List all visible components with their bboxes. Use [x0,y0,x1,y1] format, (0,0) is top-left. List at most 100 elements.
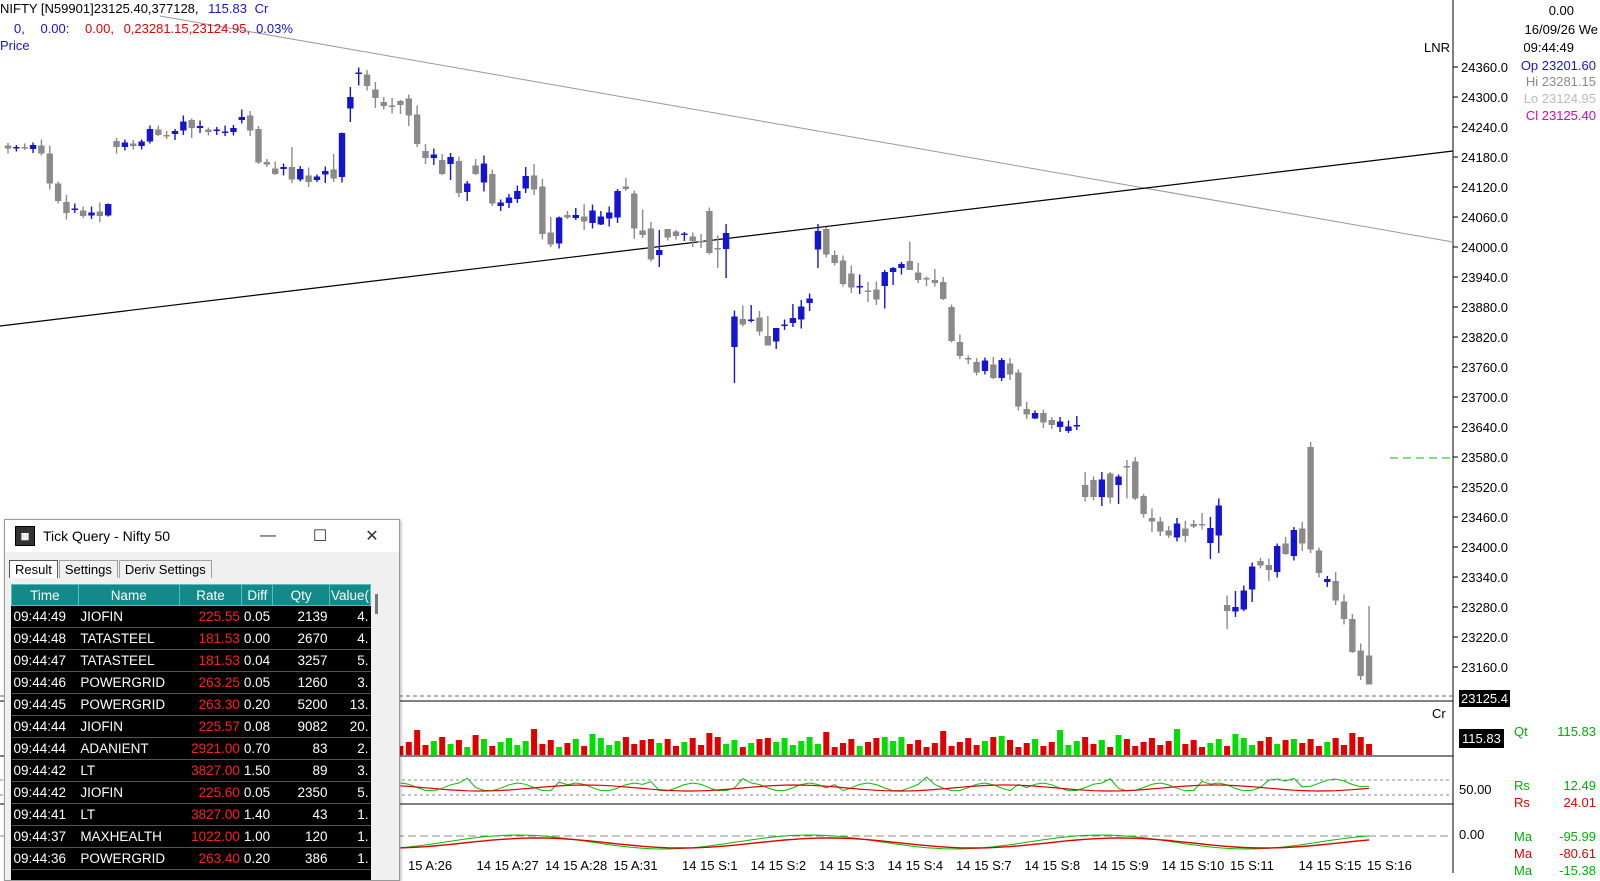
volume-bar [1073,741,1080,755]
volume-bar [1232,734,1239,755]
candle-body [606,212,613,219]
volume-bar [522,741,529,755]
candle [146,125,154,144]
maximize-button[interactable]: ☐ [297,520,343,552]
tab-deriv-settings[interactable]: Deriv Settings [118,560,212,578]
tab-bar: Result Settings Deriv Settings [5,556,399,578]
table-row[interactable]: 09:44:46 POWERGRID 263.25 0.05 1260 3. [11,671,371,694]
candle-body [798,306,805,320]
tab-settings[interactable]: Settings [58,560,118,578]
candle-body [146,129,154,142]
candle-body [1232,607,1239,612]
scrollbar-thumb[interactable] [375,594,378,614]
candle-body [138,141,145,146]
candle-body [998,360,1005,378]
volume-value-box: 115.83 [1459,729,1504,748]
candle [530,164,538,195]
table-row[interactable]: 09:44:42 LT 3827.00 1.50 89 3. [11,759,371,782]
candle [1365,606,1373,685]
candle [255,126,262,164]
candle-body [1098,479,1106,497]
candle-body [697,241,705,243]
candle-body [413,114,421,144]
table-row[interactable]: 09:44:49 JIOFIN 225.55 0.05 2139 4. [11,605,371,628]
volume-bar [656,743,663,755]
volume-bar [865,742,872,755]
candle [79,206,87,218]
table-row[interactable]: 09:44:48 TATASTEEL 181.53 0.00 2670 4. [11,627,371,650]
candle-body [814,231,822,250]
cell-name: ADANIENT [78,737,180,760]
candle [171,129,179,140]
candle-body [1081,485,1089,497]
candle [246,111,254,136]
table-row[interactable]: 09:44:44 JIOFIN 225.57 0.08 9082 20. [11,715,371,738]
candle-body [405,98,412,116]
col-time[interactable]: Time [11,584,79,606]
candle-body [71,208,78,210]
window-titlebar[interactable]: ▦ Tick Query - Nifty 50 — ☐ ✕ [5,520,399,552]
time-axis-label: 14 15 S:15 [1299,858,1362,873]
candle [1090,476,1097,501]
col-qty[interactable]: Qty [272,584,330,606]
candle-body [580,216,588,222]
tick-query-window[interactable]: ▦ Tick Query - Nifty 50 — ☐ ✕ Result Set… [4,519,400,881]
table-row[interactable]: 09:44:45 POWERGRID 263.30 0.20 5200 13. [11,693,371,716]
candle [898,262,905,275]
candle-body [46,153,53,184]
table-row[interactable]: 09:44:42 JIOFIN 225.60 0.05 2350 5. [11,781,371,804]
candle [965,355,972,364]
minimize-button[interactable]: — [245,520,291,552]
high-low-values: 0,23281.15,23124.95, [123,21,251,36]
tab-result[interactable]: Result [9,560,58,578]
cell-rate: 225.60 [179,781,242,804]
time-axis-label: 14 15 S:8 [1025,858,1081,873]
cell-diff: 0.05 [241,605,273,628]
volume-bar [639,740,646,755]
candle [839,255,847,287]
candle [497,199,504,211]
candle [1157,517,1164,536]
candle [1115,474,1122,504]
candle-body [38,145,45,154]
candle [1048,417,1055,429]
col-value[interactable]: Value( [328,584,371,606]
volume-bar [1324,742,1331,755]
volume-bar [748,743,755,755]
candle-body [756,317,763,332]
candle [196,120,204,133]
candle-body [1223,605,1231,611]
axis-tick-label: 24240.0 [1461,120,1508,135]
candle [639,209,646,238]
volume-bar [890,741,897,755]
table-row[interactable]: 09:44:37 MAXHEALTH 1022.00 1.00 120 1. [11,825,371,848]
col-name[interactable]: Name [77,584,180,606]
col-diff[interactable]: Diff [241,584,274,606]
table-row[interactable]: 09:44:41 LT 3827.00 1.40 43 1. [11,803,371,826]
candle [338,132,346,183]
table-row[interactable]: 09:44:36 POWERGRID 263.40 0.20 386 1. [11,847,371,870]
candle [213,127,220,135]
candle [1349,614,1356,653]
rsi1-value: 12.49 [1563,778,1596,793]
volume-bar [823,732,830,755]
cell-value: 1. [329,847,371,870]
close-button[interactable]: ✕ [349,520,395,552]
candle [572,208,579,220]
tick-grid[interactable]: Time Name Rate Diff Qty Value( 09:44:49 J… [11,584,371,880]
candle-body [1006,363,1014,375]
volume-bar [764,738,771,755]
lnr-label: LNR [1424,40,1451,55]
candle [1340,594,1348,625]
qt-label: Qt [1514,724,1528,739]
candle [272,161,279,175]
grid-scrollbar[interactable] [371,584,385,880]
change-qty: 0, [14,21,25,36]
volume-bar [414,730,421,755]
col-rate[interactable]: Rate [178,584,243,606]
candle-body [823,229,830,255]
candle-body [472,165,479,174]
table-row[interactable]: 09:44:44 ADANIENT 2921.00 0.70 83 2. [11,737,371,760]
candle [1257,558,1264,569]
table-row[interactable]: 09:44:47 TATASTEEL 181.53 0.04 3257 5. [11,649,371,672]
